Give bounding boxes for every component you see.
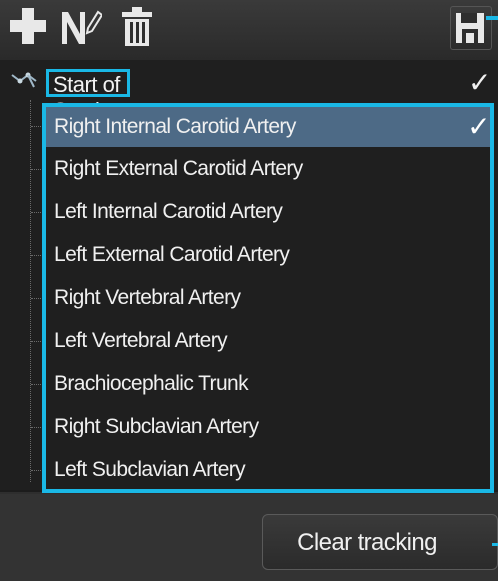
section-panel: Start of Section ✓ Right Internal Caroti… xyxy=(0,0,498,581)
clear-tracking-button[interactable]: Clear tracking xyxy=(262,514,498,570)
annotation-marker-clear xyxy=(492,543,498,546)
annotation-box-items xyxy=(42,103,494,493)
